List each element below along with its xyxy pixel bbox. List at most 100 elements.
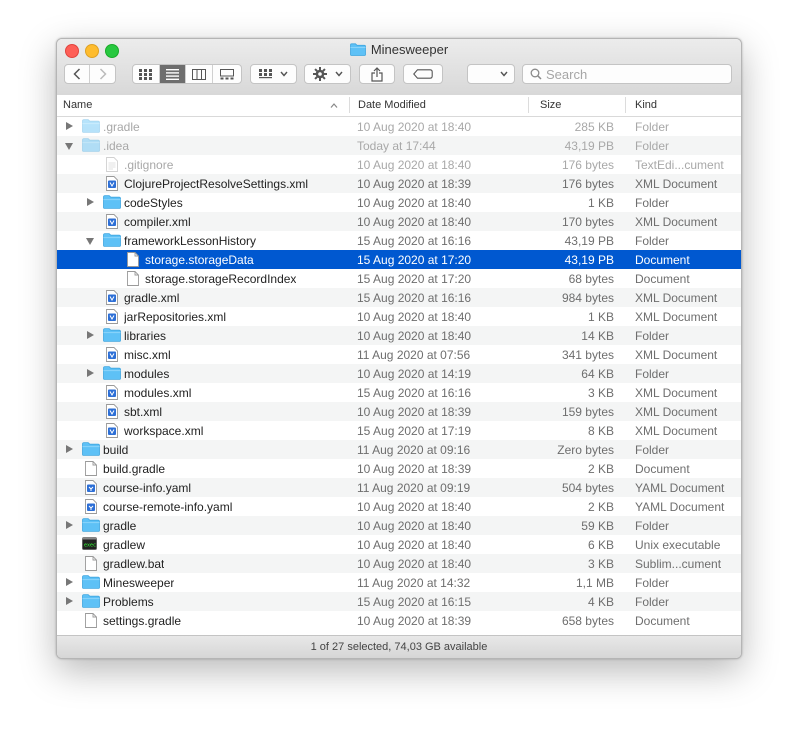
file-row[interactable]: codeStyles 10 Aug 2020 at 18:40 1 KB Folder bbox=[57, 193, 741, 212]
file-row[interactable]: modules 10 Aug 2020 at 14:19 64 KB Folder bbox=[57, 364, 741, 383]
file-size: 341 bytes bbox=[561, 348, 614, 362]
column-header: Name Date Modified Size Kind bbox=[57, 95, 741, 117]
file-name: storage.storageRecordIndex bbox=[145, 272, 297, 286]
edit-tags-button[interactable] bbox=[403, 64, 443, 84]
disclosure-triangle-icon[interactable] bbox=[87, 198, 94, 206]
file-row[interactable]: .gitignore 10 Aug 2020 at 18:40 176 bytes T… bbox=[57, 155, 741, 174]
file-row[interactable]: course-remote-info.yaml 10 Aug 2020 at 18… bbox=[57, 497, 741, 516]
file-size: 3 KB bbox=[587, 386, 614, 400]
disclosure-triangle-icon[interactable] bbox=[66, 597, 73, 605]
folder-icon bbox=[82, 594, 100, 611]
file-row[interactable]: settings.gradle 10 Aug 2020 at 18:39 658 b… bbox=[57, 611, 741, 630]
file-name: workspace.xml bbox=[124, 424, 204, 438]
file-date: 10 Aug 2020 at 18:40 bbox=[357, 310, 472, 324]
file-row[interactable]: gradle 10 Aug 2020 at 18:40 59 KB Folder bbox=[57, 516, 741, 535]
status-bar: 1 of 27 selected, 74,03 GB available bbox=[57, 635, 741, 658]
file-date: 10 Aug 2020 at 18:39 bbox=[357, 177, 472, 191]
file-row[interactable]: Problems 15 Aug 2020 at 16:15 4 KB Folder bbox=[57, 592, 741, 611]
columns-icon bbox=[191, 68, 206, 80]
gallery-view-button[interactable] bbox=[213, 65, 241, 83]
file-row[interactable]: build.gradle 10 Aug 2020 at 18:39 2 KB Docu… bbox=[57, 459, 741, 478]
file-size: 1,1 MB bbox=[575, 576, 614, 590]
disclosure-triangle-icon[interactable] bbox=[66, 578, 73, 586]
kind-column-header[interactable]: Kind bbox=[635, 99, 657, 111]
file-date: 10 Aug 2020 at 18:39 bbox=[357, 614, 472, 628]
file-kind: XML Document bbox=[635, 348, 718, 362]
file-row[interactable]: gradle.xml 15 Aug 2020 at 16:16 984 bytes X… bbox=[57, 288, 741, 307]
gear-icon bbox=[312, 67, 327, 81]
file-kind: XML Document bbox=[635, 386, 718, 400]
file-name: compiler.xml bbox=[124, 215, 191, 229]
sort-ascending-icon[interactable] bbox=[330, 103, 338, 108]
file-name: gradle bbox=[103, 519, 137, 533]
file-date: 10 Aug 2020 at 18:40 bbox=[357, 329, 472, 343]
share-button[interactable] bbox=[359, 64, 395, 84]
file-kind: Document bbox=[635, 614, 690, 628]
file-name: misc.xml bbox=[124, 348, 171, 362]
file-row[interactable]: storage.storageRecordIndex 15 Aug 2020 at… bbox=[57, 269, 741, 288]
file-date: Today at 17:44 bbox=[357, 139, 436, 153]
file-row[interactable]: ClojureProjectResolveSettings.xml 10 Aug … bbox=[57, 174, 741, 193]
group-by-button[interactable] bbox=[250, 64, 297, 84]
forward-button[interactable] bbox=[90, 65, 115, 83]
file-name: .gitignore bbox=[124, 158, 174, 172]
name-column-header[interactable]: Name bbox=[63, 99, 92, 111]
file-row[interactable]: misc.xml 11 Aug 2020 at 07:56 341 bytes XML… bbox=[57, 345, 741, 364]
file-name: modules.xml bbox=[124, 386, 192, 400]
file-row[interactable]: libraries 10 Aug 2020 at 18:40 14 KB Folder bbox=[57, 326, 741, 345]
file-row[interactable]: compiler.xml 10 Aug 2020 at 18:40 170 byte… bbox=[57, 212, 741, 231]
column-divider[interactable] bbox=[625, 97, 626, 113]
list-view-button[interactable] bbox=[159, 65, 187, 83]
column-divider[interactable] bbox=[349, 97, 350, 113]
document-icon bbox=[127, 252, 139, 270]
folder-icon bbox=[103, 195, 121, 212]
disclosure-triangle-icon[interactable] bbox=[87, 331, 94, 339]
file-kind: Document bbox=[635, 462, 690, 476]
file-size: 285 KB bbox=[574, 120, 614, 134]
disclosure-triangle-icon[interactable] bbox=[65, 143, 73, 150]
back-button[interactable] bbox=[65, 65, 90, 83]
file-row[interactable]: jarRepositories.xml 10 Aug 2020 at 18:40 1… bbox=[57, 307, 741, 326]
file-date: 15 Aug 2020 at 16:16 bbox=[357, 291, 472, 305]
size-column-header[interactable]: Size bbox=[540, 99, 561, 111]
file-name: ClojureProjectResolveSettings.xml bbox=[124, 177, 309, 191]
file-kind: Unix executable bbox=[635, 538, 721, 552]
disclosure-triangle-icon[interactable] bbox=[86, 238, 94, 245]
chevron-down-icon bbox=[280, 71, 288, 77]
gallery-icon bbox=[219, 68, 234, 79]
file-size: 43,19 PB bbox=[564, 234, 614, 248]
file-name: settings.gradle bbox=[103, 614, 182, 628]
file-row[interactable]: gradlew.bat 10 Aug 2020 at 18:40 3 KB Subli… bbox=[57, 554, 741, 573]
file-row[interactable]: sbt.xml 10 Aug 2020 at 18:39 159 bytes XML … bbox=[57, 402, 741, 421]
disclosure-triangle-icon[interactable] bbox=[66, 445, 73, 453]
file-row[interactable]: storage.storageData 15 Aug 2020 at 17:20 4… bbox=[57, 250, 741, 269]
dropbox-menu-button[interactable] bbox=[467, 64, 515, 84]
date-column-header[interactable]: Date Modified bbox=[358, 99, 426, 111]
file-name: frameworkLessonHistory bbox=[124, 234, 257, 248]
document-icon bbox=[127, 271, 139, 289]
file-row[interactable]: .idea Today at 17:44 43,19 PB Folder bbox=[57, 136, 741, 155]
file-row[interactable]: build 11 Aug 2020 at 09:16 Zero bytes Folde… bbox=[57, 440, 741, 459]
file-kind: Folder bbox=[635, 196, 670, 210]
disclosure-triangle-icon[interactable] bbox=[87, 369, 94, 377]
file-size: 176 bytes bbox=[561, 158, 614, 172]
file-size: 3 KB bbox=[587, 557, 614, 571]
file-row[interactable]: modules.xml 15 Aug 2020 at 16:16 3 KB XML D… bbox=[57, 383, 741, 402]
xml-file-icon bbox=[106, 404, 118, 422]
disclosure-triangle-icon[interactable] bbox=[66, 521, 73, 529]
file-date: 15 Aug 2020 at 17:19 bbox=[357, 424, 472, 438]
search-field[interactable]: Search bbox=[522, 64, 732, 84]
column-view-button[interactable] bbox=[186, 65, 213, 83]
disclosure-triangle-icon[interactable] bbox=[66, 122, 73, 130]
file-row[interactable]: Minesweeper 11 Aug 2020 at 14:32 1,1 MB Fol… bbox=[57, 573, 741, 592]
action-button[interactable] bbox=[304, 64, 351, 84]
file-size: 6 KB bbox=[587, 538, 614, 552]
icon-view-button[interactable] bbox=[133, 65, 160, 83]
file-name: Problems bbox=[103, 595, 154, 609]
file-row[interactable]: exec gradlew 10 Aug 2020 at 18:40 6 KB Unix … bbox=[57, 535, 741, 554]
file-row[interactable]: .gradle 10 Aug 2020 at 18:40 285 KB Folder bbox=[57, 117, 741, 136]
file-row[interactable]: course-info.yaml 11 Aug 2020 at 09:19 504 … bbox=[57, 478, 741, 497]
file-row[interactable]: workspace.xml 15 Aug 2020 at 17:19 8 KB XML… bbox=[57, 421, 741, 440]
file-row[interactable]: frameworkLessonHistory 15 Aug 2020 at 16:… bbox=[57, 231, 741, 250]
column-divider[interactable] bbox=[528, 97, 529, 113]
